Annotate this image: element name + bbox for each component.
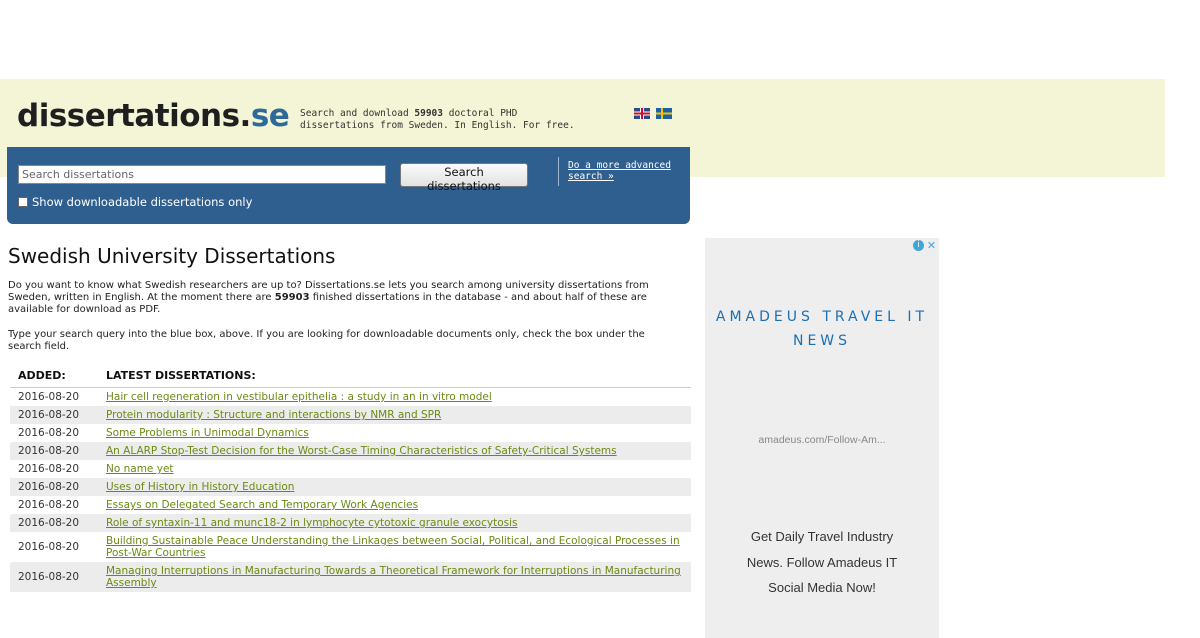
row-date: 2016-08-20	[10, 478, 98, 496]
dissertation-link[interactable]: Protein modularity : Structure and inter…	[106, 409, 441, 421]
table-row: 2016-08-20 Uses of History in History Edu…	[10, 478, 691, 496]
row-title-cell: Essays on Delegated Search and Temporary…	[98, 496, 691, 514]
site-tagline: Search and download 59903 doctoral PHD d…	[300, 108, 580, 132]
logo-tld: se	[250, 98, 290, 134]
advanced-search-link[interactable]: Do a more advanced search »	[568, 160, 683, 182]
dissertation-link[interactable]: Managing Interruptions in Manufacturing …	[106, 565, 681, 589]
table-header-row: ADDED: LATEST DISSERTATIONS:	[10, 365, 691, 388]
row-title-cell: Building Sustainable Peace Understanding…	[98, 532, 691, 562]
row-date: 2016-08-20	[18, 499, 80, 511]
row-date: 2016-08-20	[18, 541, 80, 553]
table-row: 2016-08-20 Managing Interruptions in Manu…	[10, 562, 691, 592]
ad-info-icon[interactable]: i	[913, 240, 924, 251]
dissertation-link[interactable]: Hair cell regeneration in vestibular epi…	[106, 391, 492, 403]
ad-body-text[interactable]: Get Daily Travel Industry News. Follow A…	[735, 524, 909, 601]
row-date: 2016-08-20	[10, 442, 98, 460]
row-title-cell: Some Problems in Unimodal Dynamics	[98, 424, 691, 442]
ad-headline[interactable]: AMADEUS TRAVEL IT NEWS	[705, 305, 939, 353]
row-title-cell: Hair cell regeneration in vestibular epi…	[98, 388, 691, 407]
instructions-paragraph: Type your search query into the blue box…	[8, 329, 645, 352]
row-title-cell: Uses of History in History Education	[98, 478, 691, 496]
table-row: 2016-08-20 Building Sustainable Peace Und…	[10, 532, 691, 562]
page-title: Swedish University Dissertations	[8, 244, 336, 268]
column-added: ADDED:	[10, 365, 98, 388]
search-button[interactable]: Search dissertations	[400, 163, 528, 193]
row-title-cell: Managing Interruptions in Manufacturing …	[98, 562, 691, 592]
row-title-cell: Protein modularity : Structure and inter…	[98, 406, 691, 424]
advertisement[interactable]: i ✕ AMADEUS TRAVEL IT NEWS amadeus.com/F…	[705, 238, 939, 638]
row-title-cell: An ALARP Stop-Test Decision for the Wors…	[98, 442, 691, 460]
tagline-pre: Search and download	[300, 108, 415, 119]
sweden-flag-icon[interactable]	[656, 108, 672, 119]
downloadable-only-checkbox[interactable]	[18, 197, 28, 207]
language-selector	[634, 108, 672, 119]
dissertation-link[interactable]: Role of syntaxin-11 and munc18-2 in lymp…	[106, 517, 517, 529]
uk-flag-icon[interactable]	[634, 108, 650, 119]
row-date: 2016-08-20	[10, 514, 98, 532]
dissertation-link[interactable]: Uses of History in History Education	[106, 481, 294, 493]
table-row: 2016-08-20 No name yet	[10, 460, 691, 478]
table-row: 2016-08-20 Protein modularity : Structure…	[10, 406, 691, 424]
dissertation-link[interactable]: Essays on Delegated Search and Temporary…	[106, 499, 418, 511]
ad-choices[interactable]: i ✕	[913, 240, 937, 251]
downloadable-only-option[interactable]: Show downloadable dissertations only	[18, 195, 252, 209]
row-title-cell: No name yet	[98, 460, 691, 478]
search-divider	[558, 157, 559, 186]
intro-count: 59903	[274, 292, 310, 303]
table-row: 2016-08-20 Hair cell regeneration in vest…	[10, 388, 691, 407]
search-input[interactable]	[18, 165, 386, 184]
logo-main: dissertations.	[17, 98, 251, 134]
table-row: 2016-08-20 Some Problems in Unimodal Dyna…	[10, 424, 691, 442]
dissertation-link[interactable]: Some Problems in Unimodal Dynamics	[106, 427, 309, 439]
row-date: 2016-08-20	[10, 562, 98, 592]
dissertation-link[interactable]: An ALARP Stop-Test Decision for the Wors…	[106, 445, 617, 457]
row-title-cell: Role of syntaxin-11 and munc18-2 in lymp…	[98, 514, 691, 532]
column-latest: LATEST DISSERTATIONS:	[98, 365, 691, 388]
row-date: 2016-08-20	[18, 391, 80, 403]
dissertation-link[interactable]: No name yet	[106, 463, 174, 475]
latest-dissertations-table: ADDED: LATEST DISSERTATIONS: 2016-08-20 H…	[10, 365, 691, 592]
ad-url[interactable]: amadeus.com/Follow-Am...	[705, 434, 939, 446]
site-logo[interactable]: dissertations.se	[17, 98, 290, 134]
row-date: 2016-08-20	[18, 463, 80, 475]
table-row: 2016-08-20 Essays on Delegated Search and…	[10, 496, 691, 514]
row-date: 2016-08-20	[10, 406, 98, 424]
downloadable-only-label[interactable]: Show downloadable dissertations only	[32, 195, 252, 209]
row-date: 2016-08-20	[18, 427, 80, 439]
table-row: 2016-08-20 An ALARP Stop-Test Decision fo…	[10, 442, 691, 460]
search-panel: Search dissertations Do a more advanced …	[7, 147, 690, 224]
table-row: 2016-08-20 Role of syntaxin-11 and munc18…	[10, 514, 691, 532]
tagline-count: 59903	[414, 108, 443, 119]
intro-paragraph: Do you want to know what Swedish researc…	[8, 280, 678, 316]
ad-close-icon[interactable]: ✕	[926, 240, 937, 251]
dissertation-link[interactable]: Building Sustainable Peace Understanding…	[106, 535, 680, 559]
